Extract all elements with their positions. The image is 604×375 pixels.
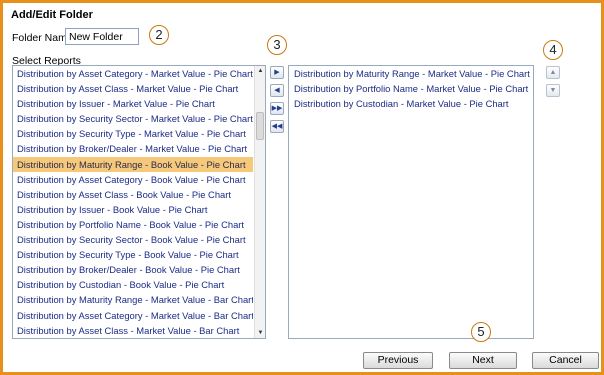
folder-name-input[interactable]: [65, 28, 139, 45]
add-all-button[interactable]: ▶▶: [270, 102, 284, 115]
list-item[interactable]: Distribution by Asset Class - Market Val…: [13, 323, 253, 338]
list-item[interactable]: Distribution by Maturity Range - Book Va…: [13, 156, 253, 172]
list-item[interactable]: Distribution by Custodian - Book Value -…: [13, 277, 253, 292]
next-button[interactable]: Next: [449, 352, 517, 369]
list-item[interactable]: Distribution by Security Type - Market V…: [13, 126, 253, 141]
dialog-title: Add/Edit Folder: [11, 9, 93, 21]
move-up-button[interactable]: ▲: [546, 66, 560, 79]
list-item[interactable]: Distribution by Issuer - Book Value - Pi…: [13, 202, 253, 217]
list-item[interactable]: Distribution by Security Sector - Book V…: [13, 232, 253, 247]
callout-folder-name: 2: [149, 25, 169, 45]
selected-reports-items: Distribution by Maturity Range - Market …: [289, 66, 533, 111]
list-item[interactable]: Distribution by Maturity Range - Market …: [13, 292, 253, 307]
list-item[interactable]: Distribution by Asset Class - Book Value…: [13, 187, 253, 202]
list-item[interactable]: Distribution by Asset Class - Market Val…: [13, 81, 253, 96]
move-down-button[interactable]: ▼: [546, 84, 560, 97]
list-item[interactable]: Distribution by Issuer - Market Value - …: [13, 96, 253, 111]
scroll-up-arrow-icon[interactable]: ▲: [255, 66, 265, 76]
dialog-frame: Add/Edit Folder Folder Name: Select Repo…: [0, 0, 604, 375]
list-item[interactable]: Distribution by Security Sector - Market…: [13, 111, 253, 126]
list-item[interactable]: Distribution by Custodian - Market Value…: [289, 96, 533, 111]
scroll-thumb[interactable]: [256, 112, 264, 140]
available-reports-items: Distribution by Asset Category - Market …: [13, 66, 253, 338]
list-item[interactable]: Distribution by Broker/Dealer - Book Val…: [13, 262, 253, 277]
list-item[interactable]: Distribution by Broker/Dealer - Market V…: [13, 141, 253, 156]
callout-order-buttons: 4: [543, 40, 563, 60]
cancel-button[interactable]: Cancel: [532, 352, 599, 369]
list-item[interactable]: Distribution by Portfolio Name - Market …: [289, 81, 533, 96]
available-reports-scrollbar[interactable]: ▲ ▼: [254, 66, 265, 338]
previous-button[interactable]: Previous: [363, 352, 433, 369]
callout-move-buttons: 3: [267, 35, 287, 55]
remove-selected-button[interactable]: ◀: [270, 84, 284, 97]
add-selected-button[interactable]: ▶: [270, 66, 284, 79]
callout-next-button: 5: [471, 322, 491, 342]
list-item[interactable]: Distribution by Asset Category - Market …: [13, 308, 253, 323]
list-item[interactable]: Distribution by Security Type - Book Val…: [13, 247, 253, 262]
list-item[interactable]: Distribution by Asset Category - Market …: [13, 66, 253, 81]
available-reports-list[interactable]: Distribution by Asset Category - Market …: [12, 65, 266, 339]
remove-all-button[interactable]: ◀◀: [270, 120, 284, 133]
list-item[interactable]: Distribution by Portfolio Name - Book Va…: [13, 217, 253, 232]
list-item[interactable]: Distribution by Maturity Range - Market …: [289, 66, 533, 81]
list-item[interactable]: Distribution by Asset Category - Book Va…: [13, 172, 253, 187]
selected-reports-list[interactable]: Distribution by Maturity Range - Market …: [288, 65, 534, 339]
scroll-down-arrow-icon[interactable]: ▼: [255, 328, 265, 338]
